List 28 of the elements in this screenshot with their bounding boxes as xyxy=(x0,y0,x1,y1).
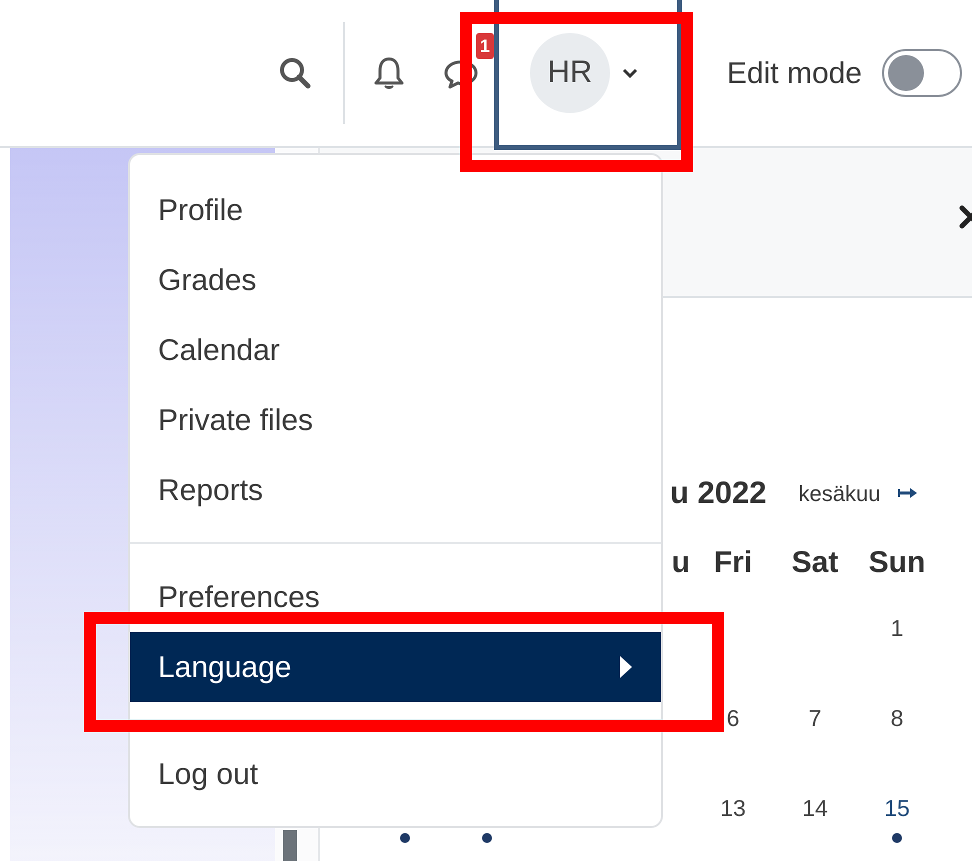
day-number[interactable]: 6 xyxy=(726,703,740,733)
menu-item[interactable]: Reports xyxy=(130,455,661,525)
next-month-link[interactable]: kesäkuu xyxy=(798,476,880,510)
scrollbar[interactable] xyxy=(283,830,297,861)
avatar: HR xyxy=(530,32,610,112)
day-number[interactable]: 13 xyxy=(720,793,746,823)
day-number[interactable]: 1 xyxy=(890,613,904,643)
weekday-label: Sat xyxy=(790,545,840,581)
day-number[interactable]: 7 xyxy=(808,703,822,733)
menu-item[interactable]: Calendar xyxy=(130,315,661,385)
message-count-badge: 1 xyxy=(476,33,494,59)
day-number[interactable]: 14 xyxy=(802,793,828,823)
weekday-label: Sun xyxy=(868,545,926,581)
menu-item[interactable]: Private files xyxy=(130,385,661,455)
menu-item[interactable]: Language xyxy=(130,632,661,702)
edit-mode-switch[interactable] xyxy=(882,49,962,97)
menu-item[interactable]: Preferences xyxy=(130,562,661,632)
edit-mode-label: Edit mode xyxy=(726,56,862,92)
menu-item[interactable]: Profile xyxy=(130,175,661,245)
user-menu-button[interactable]: HR xyxy=(494,0,682,150)
calendar-title: u 2022 xyxy=(670,474,767,512)
day-number[interactable]: 15 xyxy=(884,793,910,823)
menu-item[interactable]: Grades xyxy=(130,245,661,315)
weekday-label: Fri xyxy=(712,545,754,581)
arrow-icon[interactable] xyxy=(898,486,918,500)
menu-item[interactable]: Log out xyxy=(130,739,661,809)
day-number[interactable]: 8 xyxy=(890,703,904,733)
weekday-label: u xyxy=(670,545,691,581)
